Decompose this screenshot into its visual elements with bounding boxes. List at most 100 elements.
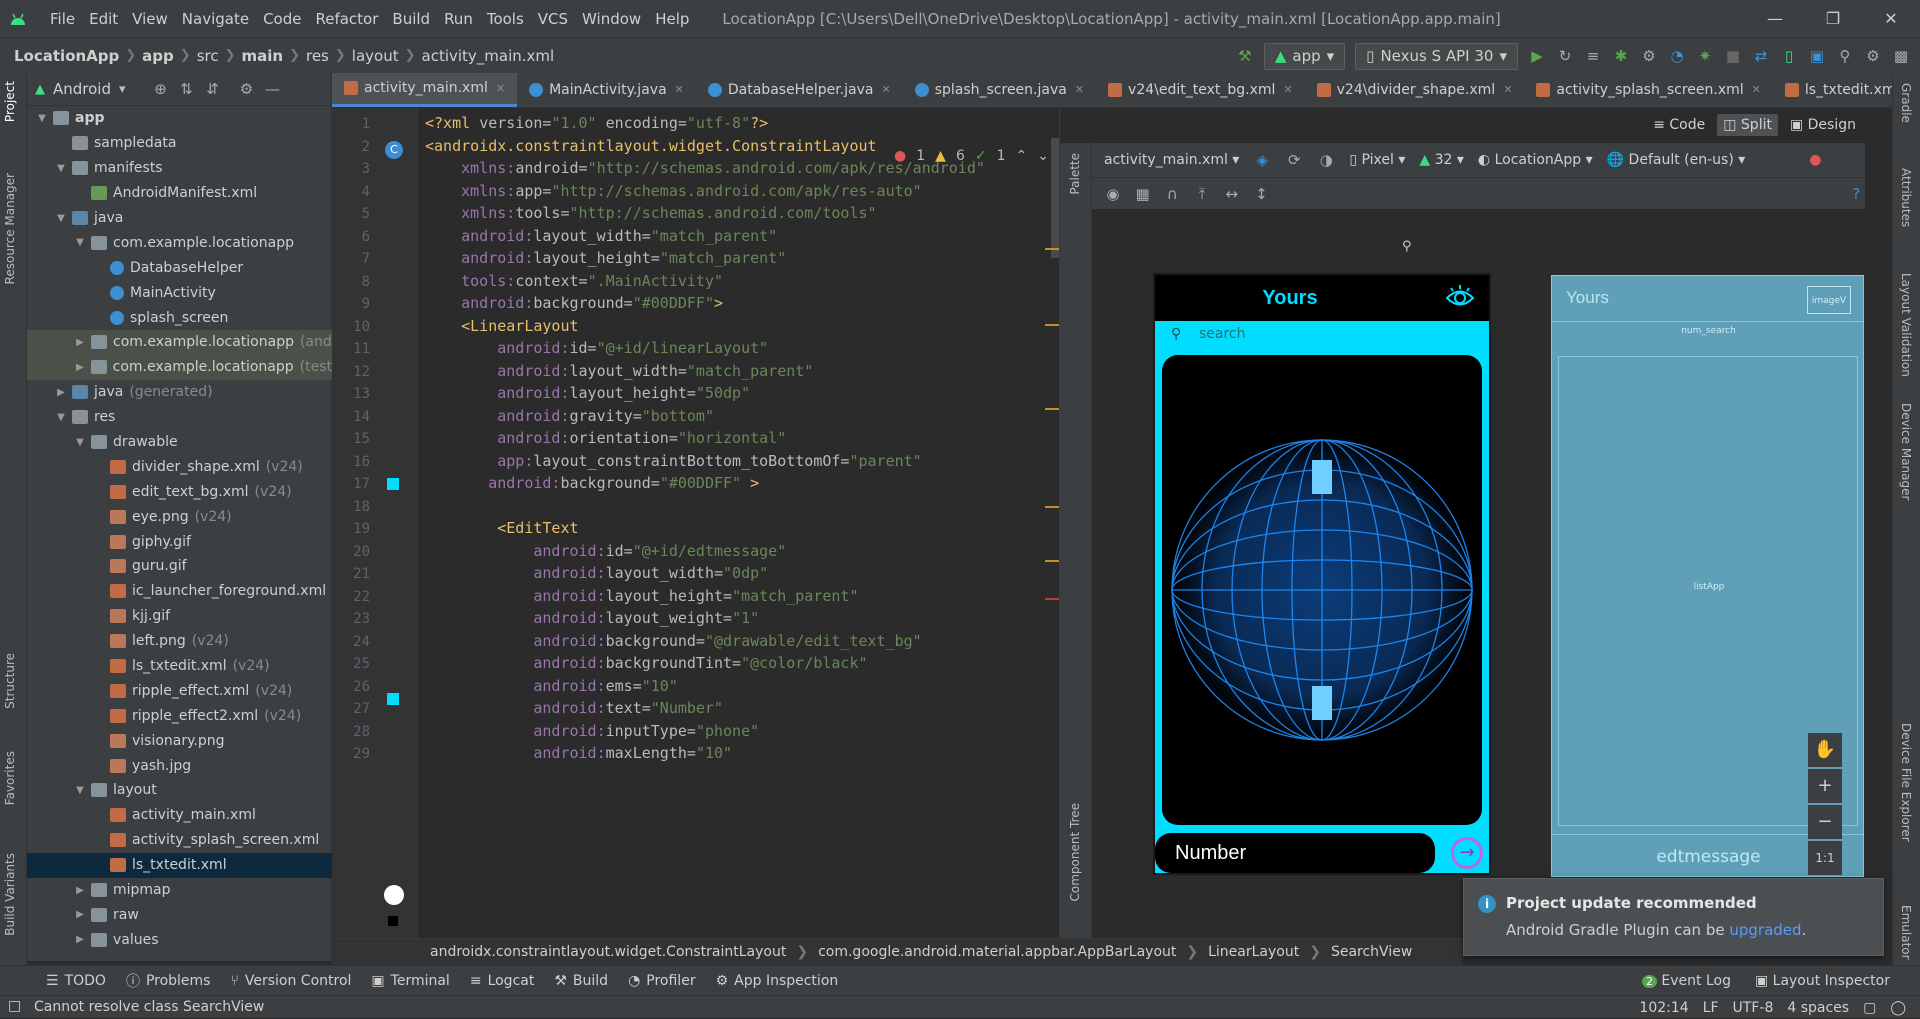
close-icon[interactable]: ✕ <box>881 83 890 96</box>
hammer-icon[interactable]: ⚒ <box>1236 47 1254 65</box>
chevron-right-icon[interactable]: ▶ <box>73 885 87 896</box>
tree-item[interactable]: visionary.png <box>27 728 332 753</box>
sdk-manager-icon[interactable]: ▣ <box>1808 47 1826 65</box>
chevron-right-icon[interactable]: ▶ <box>73 337 87 348</box>
warning-stripe[interactable] <box>1045 506 1059 508</box>
tree-item[interactable]: left.png (v24) <box>27 629 332 654</box>
editor-tab[interactable]: v24\edit_text_bg.xml ✕ <box>1096 73 1305 107</box>
tab-device-file-explorer[interactable]: Device File Explorer <box>1899 723 1913 842</box>
zoom-in-button[interactable]: + <box>1808 769 1842 803</box>
chevron-right-icon[interactable]: ▶ <box>73 362 87 373</box>
tree-item[interactable]: ▼ layout <box>27 778 332 803</box>
code-breadcrumb-item[interactable]: androidx.constraintlayout.widget.Constra… <box>430 944 786 960</box>
tree-item[interactable]: ▼ res <box>27 405 332 430</box>
send-button[interactable]: → <box>1451 837 1483 869</box>
attach-debugger-icon[interactable]: ⚙ <box>1640 47 1658 65</box>
tree-item[interactable]: ▼ java <box>27 206 332 231</box>
color-swatch-icon[interactable] <box>387 478 399 490</box>
tree-item[interactable]: ▶ values <box>27 927 332 952</box>
locale-select[interactable]: 🌐 Default (en-us) ▾ <box>1607 152 1746 168</box>
code-mode-button[interactable]: ≡ Code <box>1653 117 1705 133</box>
close-icon[interactable]: ✕ <box>496 82 505 95</box>
tree-item[interactable]: guru.gif <box>27 554 332 579</box>
hide-icon[interactable]: — <box>264 80 282 98</box>
zoom-out-button[interactable]: − <box>1808 805 1842 839</box>
horizontal-expand-icon[interactable]: ↔ <box>1223 185 1241 203</box>
orientation-icon[interactable]: ⟳ <box>1285 151 1303 169</box>
search-input[interactable]: ⚲ search <box>1155 321 1489 347</box>
tree-item[interactable]: eye.png (v24) <box>27 504 332 529</box>
tool-tab-terminal[interactable]: ▣ Terminal <box>361 973 459 989</box>
tool-tab-problems[interactable]: ⓘ Problems <box>116 971 221 991</box>
tab-structure[interactable]: Structure <box>3 653 17 709</box>
pan-icon[interactable]: ✋ <box>1808 733 1842 767</box>
indent-setting[interactable]: 4 spaces <box>1787 1000 1849 1016</box>
tree-item[interactable]: ▶ raw <box>27 903 332 928</box>
tool-tab-version-control[interactable]: ⑂ Version Control <box>220 973 361 989</box>
eye-icon[interactable]: ◉ <box>1104 185 1122 203</box>
tool-tab-todo[interactable]: ☰ TODO <box>36 973 116 989</box>
editor-tab[interactable]: DatabaseHelper.java ✕ <box>696 73 903 107</box>
chevron-up-icon[interactable]: ⌃ <box>1016 148 1028 164</box>
split-mode-button[interactable]: ◫ Split <box>1717 113 1778 136</box>
code-breadcrumb-item[interactable]: LinearLayout <box>1208 944 1299 960</box>
menu-edit[interactable]: Edit <box>82 10 125 28</box>
device-manager-icon[interactable]: ▯ <box>1780 47 1798 65</box>
profile-icon[interactable]: ◔ <box>1668 47 1686 65</box>
inspection-widget[interactable]: ● 1 ▲ 6 ✓ 1 ⌃ ⌄ <box>894 148 1049 164</box>
error-icon[interactable]: ● <box>1809 152 1821 168</box>
git-icon[interactable]: ◯ <box>1890 1000 1906 1016</box>
breadcrumb-item[interactable]: layout <box>352 47 399 65</box>
menu-help[interactable]: Help <box>648 10 696 28</box>
close-icon[interactable]: ✕ <box>675 83 684 96</box>
error-stripe[interactable] <box>1045 598 1059 600</box>
chevron-down-icon[interactable]: ▼ <box>73 785 87 796</box>
breadcrumb-item[interactable]: res <box>306 47 329 65</box>
chevron-down-icon[interactable]: ▾ <box>119 82 126 97</box>
search-icon[interactable]: ⚲ <box>1836 47 1854 65</box>
tab-palette[interactable]: Palette <box>1068 153 1082 195</box>
minimize-icon[interactable]: — <box>1746 0 1804 37</box>
menu-vcs[interactable]: VCS <box>531 10 575 28</box>
event-log-button[interactable]: 2 Event Log <box>1641 973 1731 989</box>
tab-resource-manager[interactable]: Resource Manager <box>3 173 17 284</box>
toggle-tool-windows-icon[interactable]: □ <box>8 998 21 1014</box>
tool-tab-app-inspection[interactable]: ⚙ App Inspection <box>706 973 849 989</box>
editor-tab[interactable]: MainActivity.java ✕ <box>517 73 696 107</box>
tree-item[interactable]: ▶ com.example.locationapp (test <box>27 354 332 380</box>
pin-icon[interactable]: ⚲ <box>1402 239 1412 254</box>
tree-item[interactable]: activity_main.xml <box>27 803 332 828</box>
run-config-select[interactable]: ▲ app ▾ <box>1263 42 1346 70</box>
drawable-preview-icon[interactable] <box>384 885 404 905</box>
phone-preview[interactable]: Yours ⚲ search Number → <box>1153 273 1491 875</box>
tree-item[interactable]: ▼ manifests <box>27 156 332 181</box>
layout-file-select[interactable]: activity_main.xml ▾ <box>1104 152 1239 168</box>
menu-build[interactable]: Build <box>385 10 437 28</box>
menu-tools[interactable]: Tools <box>480 10 531 28</box>
close-icon[interactable]: ✕ <box>1503 83 1512 96</box>
warning-stripe[interactable] <box>1045 248 1059 250</box>
menu-window[interactable]: Window <box>575 10 648 28</box>
chevron-down-icon[interactable]: ▼ <box>73 237 87 248</box>
breadcrumb-item[interactable]: app <box>142 47 174 65</box>
close-icon[interactable]: ✕ <box>1075 83 1084 96</box>
tab-component-tree[interactable]: Component Tree <box>1068 803 1082 901</box>
tree-item[interactable]: ic_launcher_foreground.xml <box>27 579 332 604</box>
theme-select[interactable]: ◐ LocationApp ▾ <box>1478 152 1593 168</box>
breadcrumb-item[interactable]: main <box>242 47 284 65</box>
list-view[interactable] <box>1162 355 1482 825</box>
tree-item[interactable]: DatabaseHelper <box>27 255 332 280</box>
tab-device-manager[interactable]: Device Manager <box>1899 403 1913 500</box>
tree-item[interactable]: sampledata <box>27 131 332 156</box>
tree-item[interactable]: ls_txtedit.xml <box>27 852 332 878</box>
constraint-icon[interactable]: ⤒ <box>1193 185 1211 203</box>
editor-tab[interactable]: splash_screen.java ✕ <box>903 73 1096 107</box>
menu-refactor[interactable]: Refactor <box>308 10 385 28</box>
editor-scrollbar[interactable] <box>1051 138 1059 258</box>
warning-stripe[interactable] <box>1045 408 1059 410</box>
blueprint-icon[interactable]: ▦ <box>1134 185 1152 203</box>
menu-code[interactable]: Code <box>256 10 308 28</box>
layers-icon[interactable]: ◈ <box>1253 151 1271 169</box>
lock-icon[interactable]: ▢ <box>1863 1000 1876 1016</box>
tree-item[interactable]: ▶ java (generated) <box>27 380 332 405</box>
